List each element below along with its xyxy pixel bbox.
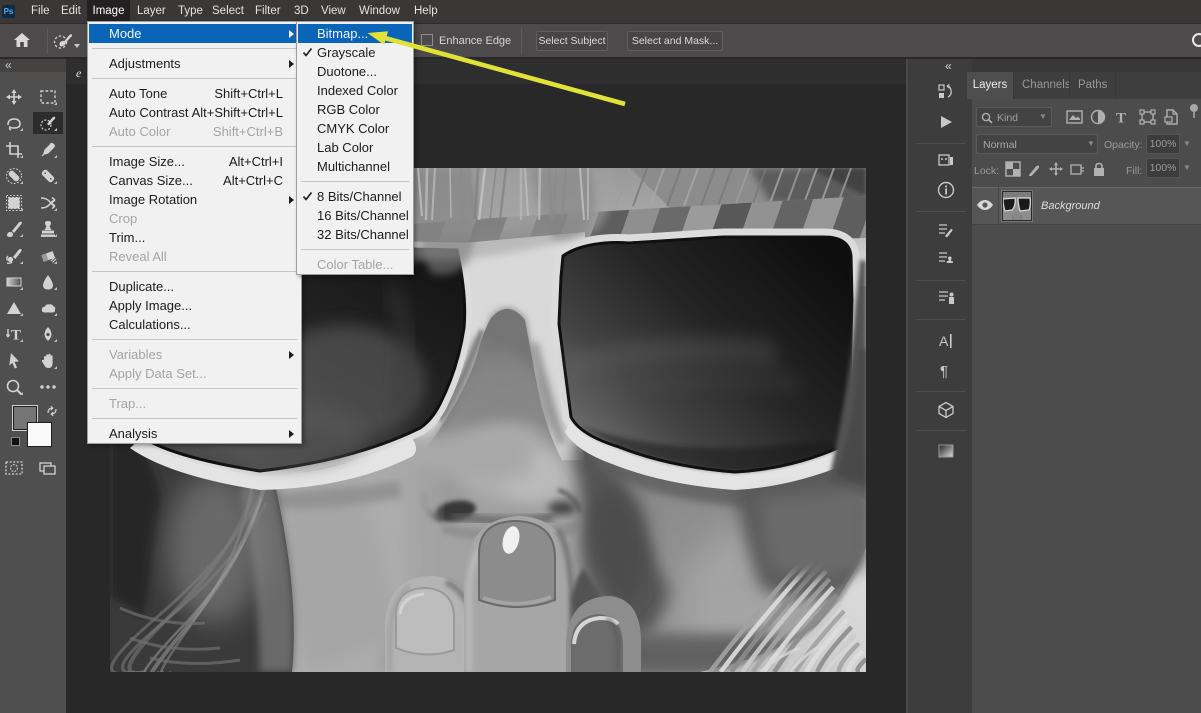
svg-text:A: A (939, 333, 949, 349)
svg-text:T: T (1116, 111, 1126, 126)
svg-text:¶: ¶ (940, 363, 948, 380)
